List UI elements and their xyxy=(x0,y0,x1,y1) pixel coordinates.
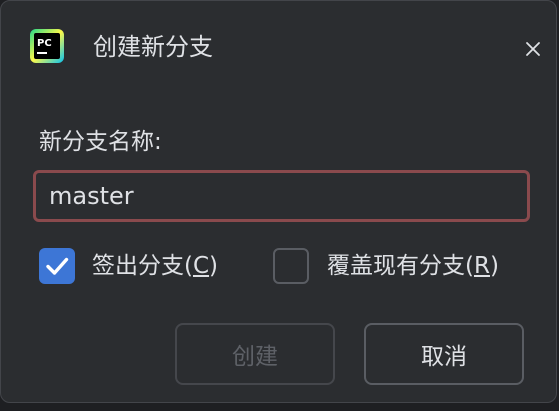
dialog-title: 创建新分支 xyxy=(93,33,213,61)
checkmark-icon xyxy=(46,257,69,275)
checkout-branch-checkbox[interactable] xyxy=(39,248,75,284)
background-strip xyxy=(0,403,559,411)
svg-text:PC: PC xyxy=(37,38,52,49)
create-branch-dialog: PC 创建新分支 新分支名称: 签出分支(C) 覆盖现有分支(R) 创建 取消 xyxy=(0,0,557,403)
cancel-button[interactable]: 取消 xyxy=(364,323,524,385)
close-icon xyxy=(526,42,540,56)
overwrite-branch-label[interactable]: 覆盖现有分支(R) xyxy=(327,248,499,284)
checkout-branch-label[interactable]: 签出分支(C) xyxy=(92,248,218,284)
branch-name-input[interactable] xyxy=(49,176,509,216)
create-button[interactable]: 创建 xyxy=(175,323,335,385)
branch-name-field-frame xyxy=(33,170,530,222)
close-button[interactable] xyxy=(517,33,549,65)
overwrite-branch-checkbox[interactable] xyxy=(273,248,309,284)
pycharm-icon: PC xyxy=(30,29,64,63)
branch-name-label: 新分支名称: xyxy=(39,129,162,155)
